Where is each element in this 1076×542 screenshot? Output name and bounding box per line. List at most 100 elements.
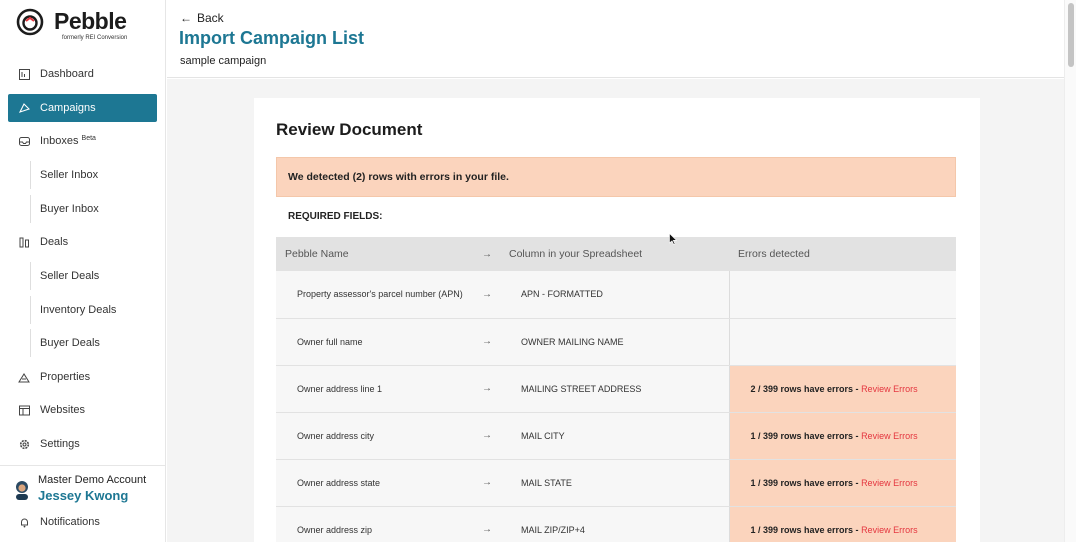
column-header-spreadsheet: Column in your Spreadsheet	[500, 237, 729, 271]
arrow-right-icon: →	[474, 506, 500, 542]
page-header: ← Back Import Campaign List sample campa…	[167, 0, 1064, 78]
sidebar-item-campaigns[interactable]: Campaigns	[8, 94, 157, 122]
sidebar-item-websites[interactable]: Websites	[8, 396, 157, 424]
table-header-row: Pebble Name → Column in your Spreadsheet…	[276, 237, 956, 271]
sidebar-item-label: Seller Deals	[40, 270, 100, 282]
sidebar-item-label: Campaigns	[40, 102, 96, 114]
errors-cell	[728, 318, 956, 366]
field-mapping-table: Pebble Name → Column in your Spreadsheet…	[276, 237, 956, 542]
card-title: Review Document	[276, 120, 423, 139]
sidebar-item-buyer-inbox[interactable]: Buyer Inbox	[30, 195, 157, 223]
back-label: Back	[197, 11, 224, 25]
sidebar-item-label: Websites	[40, 404, 86, 416]
arrow-right-icon: →	[474, 412, 500, 460]
sidebar-item-properties[interactable]: Properties	[8, 363, 157, 391]
brand-name: Pebble	[54, 8, 127, 34]
sidebar-item-label: Inventory Deals	[40, 304, 117, 316]
spreadsheet-column: MAIL ZIP/ZIP+4	[500, 506, 729, 542]
scrollbar-thumb[interactable]	[1068, 3, 1074, 67]
sidebar-item-deals[interactable]: Deals	[8, 228, 157, 256]
sidebar: Pebble formerly REI Conversion Dashboard…	[0, 0, 166, 542]
spreadsheet-column: MAILING STREET ADDRESS	[500, 365, 729, 413]
column-header-errors: Errors detected	[729, 237, 956, 271]
review-errors-link[interactable]: Review Errors	[861, 431, 918, 441]
table-row: Owner address state → MAIL STATE 1 / 399…	[276, 459, 956, 507]
sidebar-item-seller-inbox[interactable]: Seller Inbox	[30, 161, 157, 189]
brand-logo[interactable]: Pebble formerly REI Conversion	[16, 8, 156, 44]
errors-cell	[728, 271, 956, 319]
error-count: 1 / 399 rows have errors -	[750, 430, 862, 441]
back-button[interactable]: ← Back	[180, 11, 224, 25]
account-org: Master Demo Account	[38, 474, 147, 486]
page-scrollbar[interactable]	[1064, 0, 1076, 542]
account-switcher[interactable]: Master Demo Account Jessey Kwong	[0, 465, 166, 507]
errors-cell: 1 / 399 rows have errors - Review Errors	[728, 412, 956, 460]
brand-tagline: formerly REI Conversion	[62, 35, 128, 41]
error-count: 1 / 399 rows have errors -	[750, 477, 862, 488]
arrow-right-icon: →	[474, 318, 500, 366]
account-name: Jessey Kwong	[38, 488, 129, 503]
sidebar-item-inventory-deals[interactable]: Inventory Deals	[30, 296, 157, 324]
errors-cell: 1 / 399 rows have errors - Review Errors	[728, 459, 956, 507]
campaign-icon	[17, 101, 31, 115]
sidebar-item-buyer-deals[interactable]: Buyer Deals	[30, 329, 157, 357]
alert-text: We detected (2) rows with errors in your…	[288, 171, 509, 183]
sidebar-item-label: Deals	[40, 236, 69, 248]
sidebar-item-dashboard[interactable]: Dashboard	[8, 60, 157, 88]
arrow-right-icon: →	[474, 237, 500, 271]
review-errors-link[interactable]: Review Errors	[861, 384, 918, 394]
inbox-icon	[17, 134, 31, 148]
beta-badge: Beta	[81, 134, 96, 142]
error-count: 2 / 399 rows have errors -	[750, 383, 862, 394]
sidebar-item-label: Dashboard	[40, 68, 94, 80]
table-row: Owner address city → MAIL CITY 1 / 399 r…	[276, 412, 956, 460]
pebble-field-name: Owner full name	[276, 318, 474, 366]
sidebar-item-label: Seller Inbox	[40, 169, 99, 181]
arrow-right-icon: →	[474, 365, 500, 413]
required-fields-label: REQUIRED FIELDS:	[288, 211, 383, 222]
pebble-logo-icon	[16, 8, 44, 36]
sidebar-item-settings[interactable]: Settings	[8, 430, 157, 458]
arrow-right-icon: →	[474, 459, 500, 507]
errors-cell: 2 / 399 rows have errors - Review Errors	[728, 365, 956, 413]
table-row: Property assessor's parcel number (APN) …	[276, 271, 956, 319]
column-header-pebble-name: Pebble Name	[276, 237, 474, 271]
spreadsheet-column: APN - FORMATTED	[500, 271, 729, 319]
spreadsheet-column: MAIL CITY	[500, 412, 729, 460]
arrow-right-icon: →	[474, 271, 500, 319]
deals-icon	[17, 235, 31, 249]
mouse-cursor-icon	[669, 233, 677, 245]
properties-icon	[17, 370, 31, 384]
page-title: Import Campaign List	[179, 28, 365, 48]
sidebar-item-inboxes[interactable]: Inboxes Beta	[8, 127, 157, 155]
sidebar-item-notifications[interactable]: Notifications	[8, 508, 157, 536]
error-count: 1 / 399 rows have errors -	[750, 524, 862, 535]
sidebar-item-label: Properties	[40, 371, 91, 383]
pebble-field-name: Owner address state	[276, 459, 474, 507]
review-document-card: Review Document We detected (2) rows wit…	[254, 98, 980, 542]
sidebar-item-label: Buyer Inbox	[40, 203, 99, 215]
arrow-left-icon: ←	[180, 11, 192, 25]
sidebar-item-label: Inboxes	[40, 135, 79, 147]
review-errors-link[interactable]: Review Errors	[861, 478, 918, 488]
table-row: Owner address line 1 → MAILING STREET AD…	[276, 365, 956, 413]
dashboard-icon	[17, 67, 31, 81]
pebble-field-name: Owner address zip	[276, 506, 474, 542]
websites-icon	[17, 403, 31, 417]
sidebar-item-label: Settings	[40, 438, 80, 450]
campaign-name: sample campaign	[180, 55, 267, 67]
table-row: Owner address zip → MAIL ZIP/ZIP+4 1 / 3…	[276, 506, 956, 542]
errors-cell: 1 / 399 rows have errors - Review Errors	[728, 506, 956, 542]
bell-icon	[17, 515, 31, 529]
spreadsheet-column: OWNER MAILING NAME	[500, 318, 729, 366]
sidebar-item-seller-deals[interactable]: Seller Deals	[30, 262, 157, 290]
pebble-field-name: Property assessor's parcel number (APN)	[276, 271, 474, 319]
sidebar-item-label: Notifications	[40, 516, 100, 528]
error-alert: We detected (2) rows with errors in your…	[276, 157, 956, 197]
spreadsheet-column: MAIL STATE	[500, 459, 729, 507]
table-row: Owner full name → OWNER MAILING NAME	[276, 318, 956, 366]
avatar	[16, 481, 28, 500]
pebble-field-name: Owner address line 1	[276, 365, 474, 413]
review-errors-link[interactable]: Review Errors	[861, 525, 918, 535]
settings-icon	[17, 437, 31, 451]
